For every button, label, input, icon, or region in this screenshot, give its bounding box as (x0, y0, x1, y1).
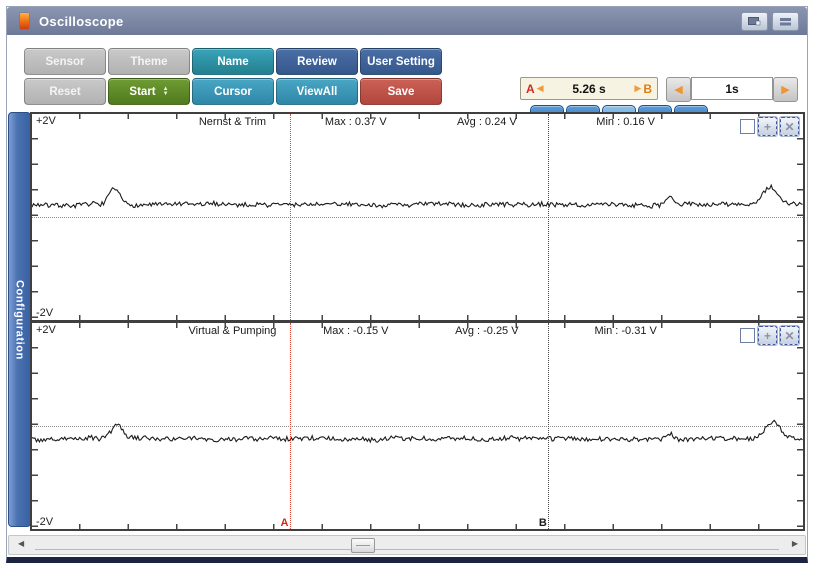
cursor-b-line[interactable] (548, 323, 549, 529)
cursor-a-arrow-icon: ◀ (537, 83, 544, 94)
window-title: Oscilloscope (39, 14, 124, 29)
timebase-value-field[interactable]: 1s (691, 77, 773, 100)
horizontal-scrollbar[interactable]: ◀ ▶ (8, 535, 806, 555)
ch2-bottom-voltage-label: -2V (36, 516, 53, 528)
right-arrow-icon: ▶ (781, 83, 789, 96)
start-spinner-icon[interactable]: ▲ ▼ (163, 87, 169, 97)
ch1-bottom-voltage-label: -2V (36, 307, 53, 319)
channel-1-panel: +2V -2V Nernst & Trim Max : 0.37 V Avg :… (32, 114, 803, 320)
sensor-button[interactable]: Sensor (24, 48, 106, 75)
ch2-close-button[interactable]: ✕ (780, 326, 799, 345)
user-setting-button[interactable]: User Setting (360, 48, 442, 75)
configuration-tab[interactable]: Configuration (8, 112, 31, 527)
left-arrow-icon: ◀ (674, 83, 682, 96)
ch1-panel-controls: + ✕ (740, 117, 799, 136)
configuration-tab-label: Configuration (14, 280, 26, 360)
scrollbar-thumb[interactable] (351, 538, 375, 553)
cursor-ab-interval-display[interactable]: A ◀ 5.26 s ▶ B (520, 77, 658, 100)
ch1-waveform (32, 114, 803, 320)
name-button[interactable]: Name (192, 48, 274, 75)
scroll-right-arrow-icon[interactable]: ▶ (792, 539, 798, 548)
close-icon: ✕ (784, 121, 794, 133)
ch2-top-voltage-label: +2V (36, 324, 56, 336)
close-icon: ✕ (784, 330, 794, 342)
scroll-left-arrow-icon[interactable]: ◀ (18, 539, 24, 548)
ch1-checkbox[interactable] (740, 119, 755, 134)
ch1-close-button[interactable]: ✕ (780, 117, 799, 136)
ch2-waveform (32, 323, 803, 529)
plus-icon: + (764, 121, 771, 133)
channel-2-panel: +2V -2V Virtual & Pumping Max : -0.15 V … (32, 320, 803, 529)
window-capture-icon (748, 17, 761, 26)
ch1-min-stat: Min : 0.16 V (596, 116, 655, 128)
ch2-title: Virtual & Pumping (189, 325, 277, 337)
ch1-title: Nernst & Trim (199, 116, 266, 128)
review-button[interactable]: Review (276, 48, 358, 75)
collapse-window-button[interactable] (772, 12, 799, 31)
ch2-checkbox[interactable] (740, 328, 755, 343)
titlebar[interactable]: Oscilloscope (7, 7, 807, 36)
oscilloscope-window: Oscilloscope Sensor Theme (6, 6, 808, 563)
ch2-min-stat: Min : -0.31 V (594, 325, 656, 337)
collapse-window-icon (779, 17, 792, 26)
cursor-a-label: A (281, 517, 290, 529)
app-icon (20, 13, 29, 29)
ch1-max-stat: Max : 0.37 V (325, 116, 387, 128)
theme-button[interactable]: Theme (108, 48, 190, 75)
cursor-b-tag: B (643, 82, 652, 96)
plus-icon: + (764, 330, 771, 342)
plot-stack: +2V -2V Nernst & Trim Max : 0.37 V Avg :… (30, 112, 805, 531)
screen: Oscilloscope Sensor Theme (0, 0, 816, 574)
timebase-increase-button[interactable]: ▶ (773, 77, 798, 102)
titlebar-buttons (741, 12, 799, 31)
cursor-a-tag: A (526, 82, 535, 96)
ch1-add-button[interactable]: + (758, 117, 777, 136)
main-area: Configuration +2V -2V Nernst & Trim Max … (7, 112, 807, 531)
toolbar: Sensor Theme Name Review User Setting Re… (7, 35, 807, 112)
cursor-b-label: B (539, 517, 548, 529)
window-capture-button[interactable] (741, 12, 768, 31)
ch2-avg-stat: Avg : -0.25 V (455, 325, 518, 337)
timebase-decrease-button[interactable]: ◀ (666, 77, 691, 102)
cursor-b-line[interactable] (548, 114, 549, 320)
cursor-button[interactable]: Cursor (192, 78, 274, 105)
ab-interval-value: 5.26 s (546, 82, 633, 96)
ch2-add-button[interactable]: + (758, 326, 777, 345)
start-button[interactable]: Start ▲ ▼ (108, 78, 190, 105)
ch2-max-stat: Max : -0.15 V (323, 325, 388, 337)
reset-button[interactable]: Reset (24, 78, 106, 105)
cursor-b-arrow-icon: ▶ (634, 83, 641, 94)
ch1-top-voltage-label: +2V (36, 115, 56, 127)
viewall-button[interactable]: ViewAll (276, 78, 358, 105)
cursor-a-line[interactable] (290, 323, 291, 529)
save-button[interactable]: Save (360, 78, 442, 105)
cursor-a-line[interactable] (290, 114, 291, 320)
ch1-avg-stat: Avg : 0.24 V (457, 116, 517, 128)
ch2-panel-controls: + ✕ (740, 326, 799, 345)
